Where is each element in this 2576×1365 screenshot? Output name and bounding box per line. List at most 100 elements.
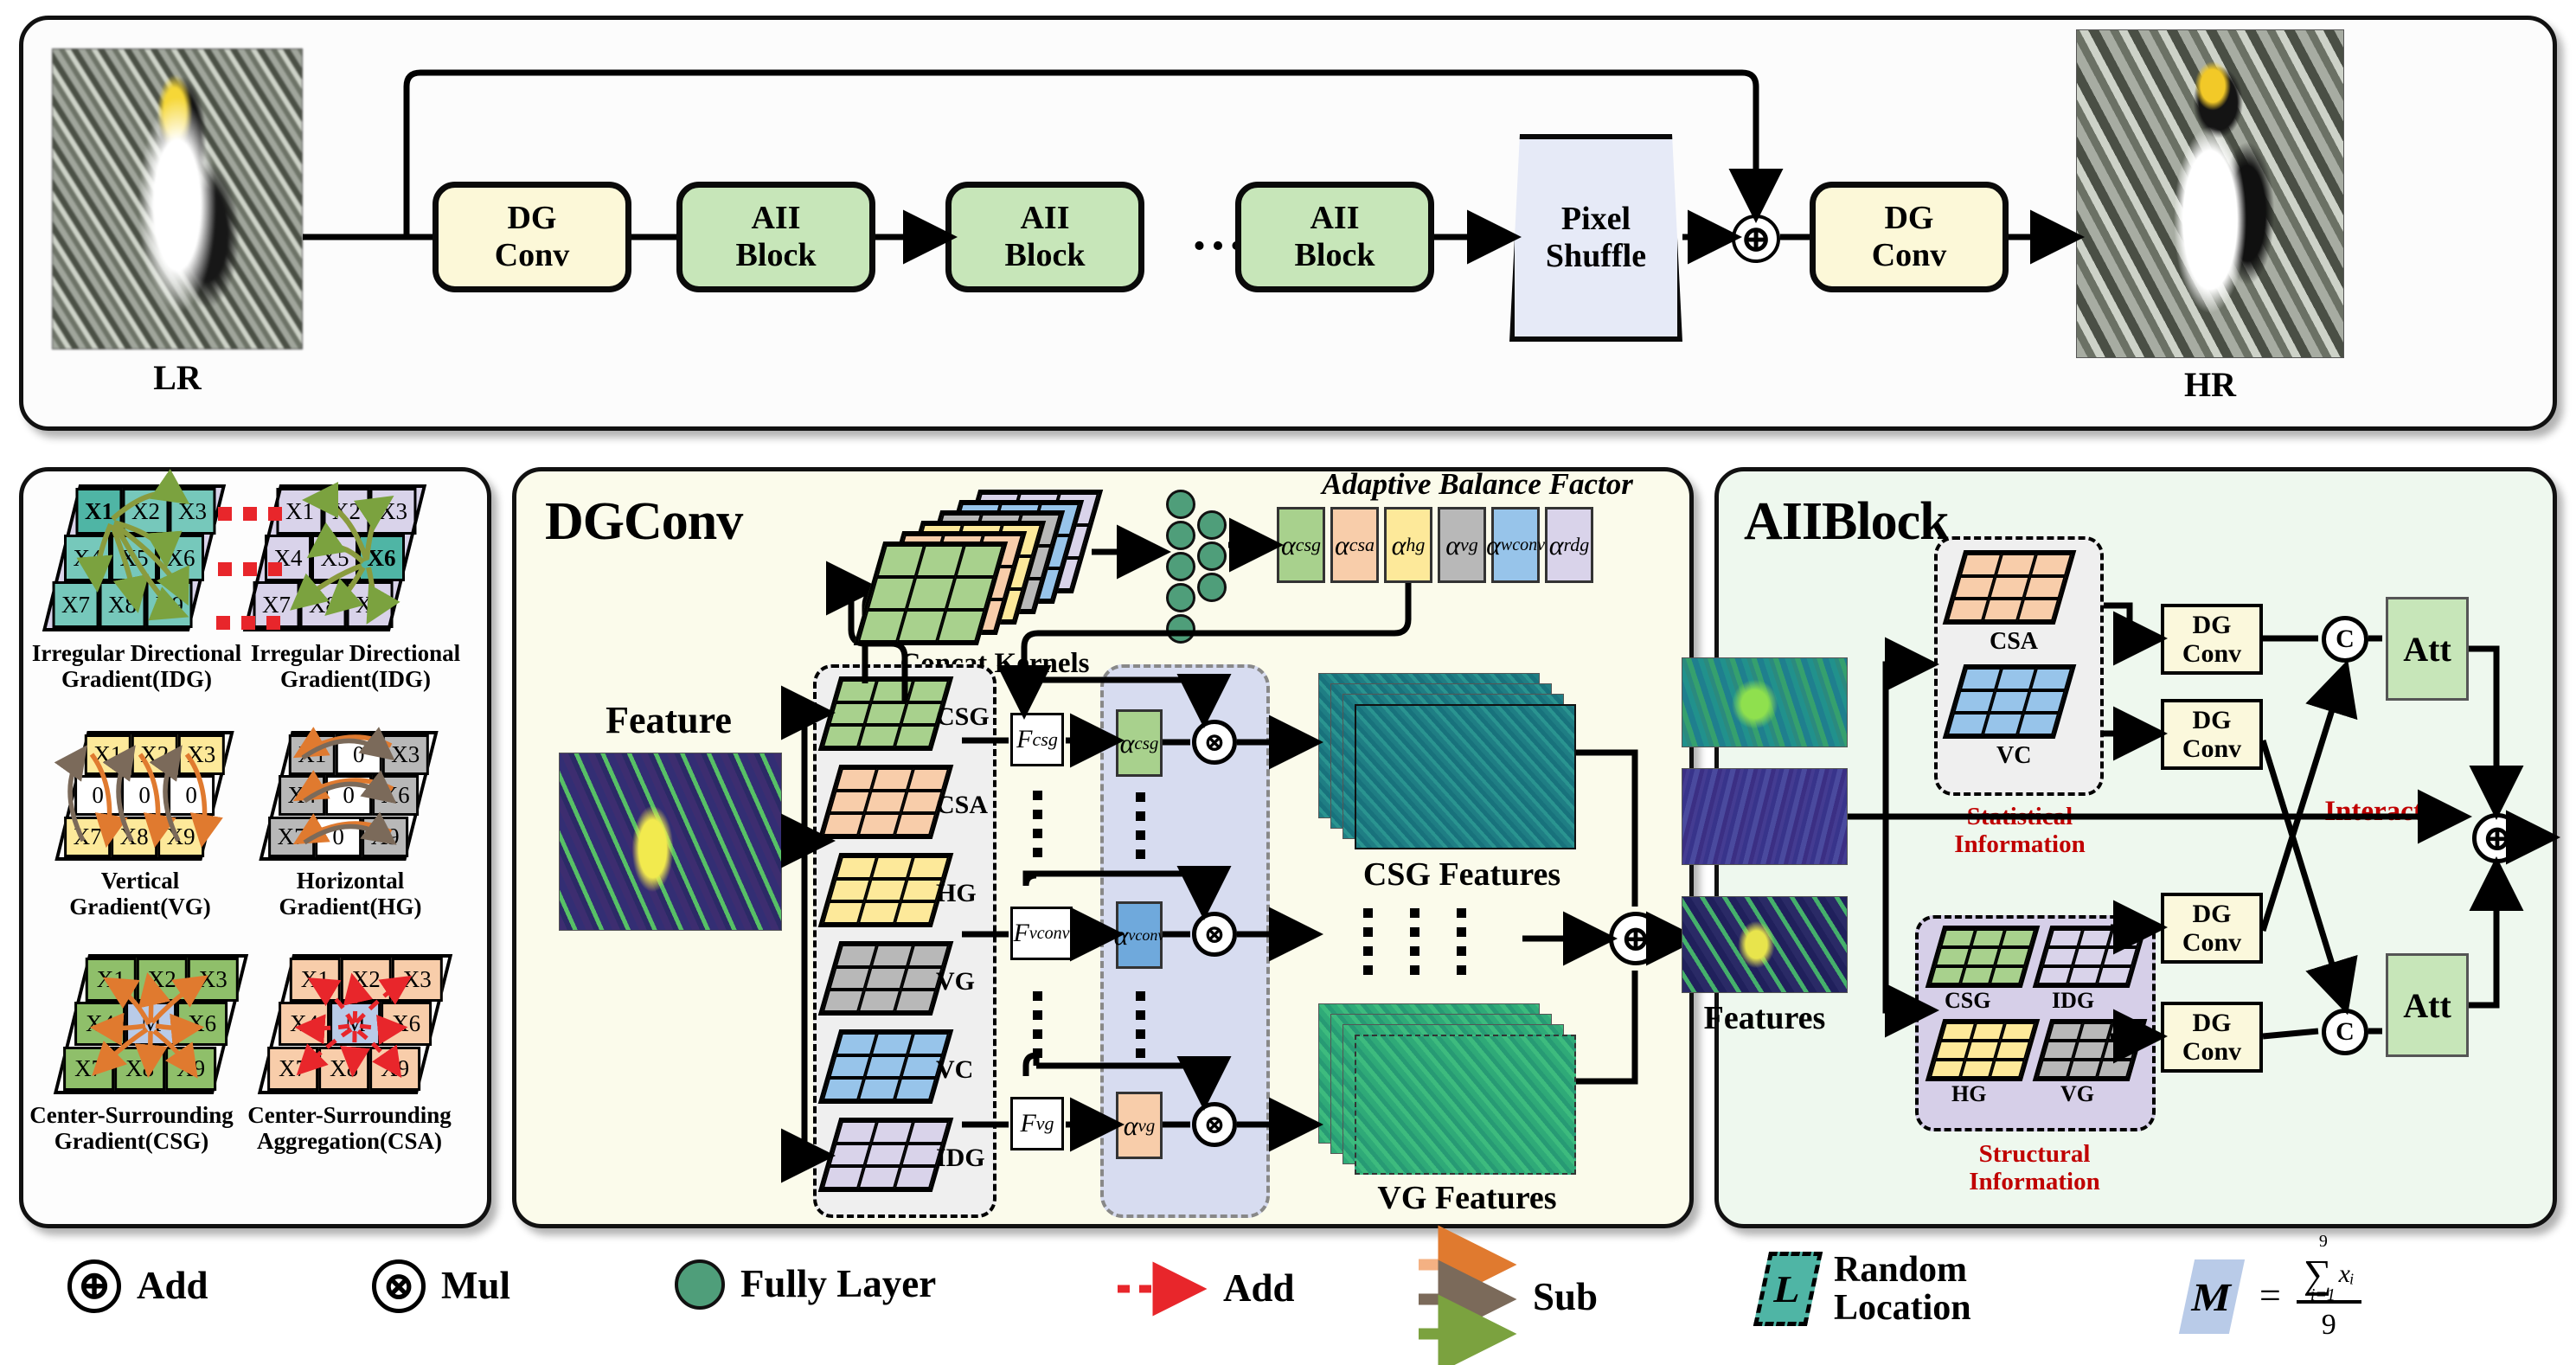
aii-dgconv-top2[interactable]: DG Conv [2161,699,2263,770]
pipeline-block-aii2[interactable]: AII Block [945,182,1144,292]
statistical-kernel-csa [1942,550,2077,625]
circle-plus-icon: ⊕ [67,1259,121,1313]
structural-kernel-label-hg: HG [1951,1081,1987,1106]
hr-label: HR [2184,365,2236,404]
aii-add-operator: ⊕ [2472,813,2522,863]
f-box-vconv: Fvconv [1010,907,1073,960]
dgconv-feature-map [559,753,782,931]
pipeline-block-dgconv2[interactable]: DG Conv [1810,182,2009,292]
legend-mul-label: Mul [441,1264,511,1308]
legend-fully-layer: Fully Layer [675,1259,936,1310]
mul-operator-csg: ⊗ [1192,720,1237,765]
idg-ellipsis-dots-3 [216,616,280,630]
legend-sub-arrows: Sub [1415,1225,1598,1365]
structural-kernel-hg [1925,1019,2041,1081]
legend-equals-sign: = [2259,1274,2281,1317]
fc-neuron [1197,573,1227,602]
kernel-label-idg: IDG [936,1144,985,1172]
sum-term: xᵢ [2338,1259,2355,1288]
abf-alpha-vg: α vg [1438,507,1486,583]
legend-fully-layer-label: Fully Layer [740,1262,937,1306]
legend-add-label: Add [137,1264,208,1308]
legend-add-operation: ⊕ Add [67,1259,208,1313]
attention-block-top[interactable]: Att [2386,597,2469,701]
statistical-kernel-vc [1942,664,2077,739]
fc-neuron [1166,521,1195,550]
features-dots-col3 [1457,908,1466,975]
aii-feature-map-top [1682,657,1848,747]
kernel-idg [817,1118,954,1192]
dgconv-feature-label: Feature [606,699,732,741]
aiiblock-title: AIIBlock [1744,492,1950,551]
fc-neuron [1197,542,1227,571]
mean-denominator: 9 [2321,1309,2336,1341]
f-box-csg: Fcsg [1010,713,1064,766]
red-dashed-arrow-icon [1118,1261,1208,1317]
pipeline-block-aii1[interactable]: AII Block [676,182,875,292]
features-dots-col1 [1363,908,1373,975]
aii-dgconv-bottom2[interactable]: DG Conv [2161,1002,2263,1073]
abf-alpha-rdg: α rdg [1545,507,1593,583]
aii-dgconv-top1[interactable]: DG Conv [2161,604,2263,675]
structural-kernel-label-idg: IDG [2052,988,2095,1013]
caption-csa: Center-Surrounding Aggregation(CSA) [247,1102,452,1155]
kernel-vg [817,941,954,1016]
pipeline-block-dgconv1[interactable]: DG Conv [433,182,631,292]
concat-operator-bottom: C [2322,1009,2368,1055]
fc-neuron [1166,583,1195,612]
kernel-label-csa: CSA [936,791,989,819]
structural-information-label: Structural Information [1969,1140,2100,1196]
structural-kernel-idg [2032,926,2148,988]
fc-neuron [1166,490,1195,519]
caption-hg: Horizontal Gradient(HG) [279,868,422,920]
aii-feature-map-middle [1682,768,1848,865]
csg-features-label: CSG Features [1362,856,1561,893]
vg-feature-map-front [1355,1035,1576,1175]
circle-times-icon: ⊗ [372,1259,426,1313]
alpha-vconv-box: α vconv [1114,901,1164,969]
abf-alpha-hg: α hg [1384,507,1432,583]
f-box-vg: Fvg [1010,1097,1064,1150]
aii-dgconv-bottom1[interactable]: DG Conv [2161,893,2263,964]
legend-mean-definition: M = 9 ∑ i=1 xᵢ 9 [2178,1232,2361,1342]
legend-bar: ⊕ Add ⊗ Mul Fully Layer Add Sub L Random… [0,1225,2576,1365]
alpha-dots-2 [1136,991,1145,1058]
fc-neuron [1197,510,1227,540]
f-box-dots-1 [1033,791,1042,857]
idg-ellipsis-dots-2 [218,562,282,576]
structural-kernel-label-vg: VG [2060,1081,2094,1106]
f-box-dots-2 [1033,991,1042,1058]
interact-label: Interact [2324,796,2423,827]
kernel-label-hg: HG [936,879,977,907]
attention-block-bottom[interactable]: Att [2386,953,2469,1057]
lr-input-image [52,48,303,349]
pipeline-block-aii3[interactable]: AII Block [1235,182,1434,292]
caption-idg2: Irregular Directional Gradient(IDG) [250,640,461,693]
legend-add-arrow-label: Add [1223,1266,1295,1310]
legend-random-location: L Random Location [1753,1251,1971,1327]
kernel-csa [817,765,954,839]
mean-formula-icon: M [2178,1259,2246,1334]
pipeline-block-pixel-shuffle[interactable]: Pixel Shuffle [1509,134,1682,342]
structural-kernel-csg [1925,926,2041,988]
sum-upper-limit: 9 [2318,1232,2328,1251]
dgconv-add-operator: ⊕ [1609,912,1663,965]
kernel-label-vg: VG [936,967,975,996]
statistical-information-label: Statistical Information [1954,803,2086,859]
abf-alpha-wconv: α wconv [1486,507,1545,583]
structural-kernel-vg [2032,1019,2148,1081]
vg-features-label: VG Features [1377,1180,1557,1216]
kernel-label-csg: CSG [936,702,990,731]
mean-fraction: 9 ∑ i=1 xᵢ 9 [2296,1232,2361,1342]
caption-vg: Vertical Gradient(VG) [69,868,211,920]
mul-operator-vg: ⊗ [1192,1102,1237,1147]
idg-ellipsis-dots-1 [218,507,282,521]
hr-output-image [2076,29,2344,358]
statistical-kernel-label-csa: CSA [1990,628,2039,655]
mul-operator-vconv: ⊗ [1192,912,1237,957]
legend-mul-operation: ⊗ Mul [372,1259,510,1313]
caption-idg1: Irregular Directional Gradient(IDG) [31,640,242,693]
abf-alpha-csg: α csg [1277,507,1325,583]
caption-csg: Center-Surrounding Gradient(CSG) [29,1102,234,1155]
filled-circle-icon [675,1259,725,1310]
